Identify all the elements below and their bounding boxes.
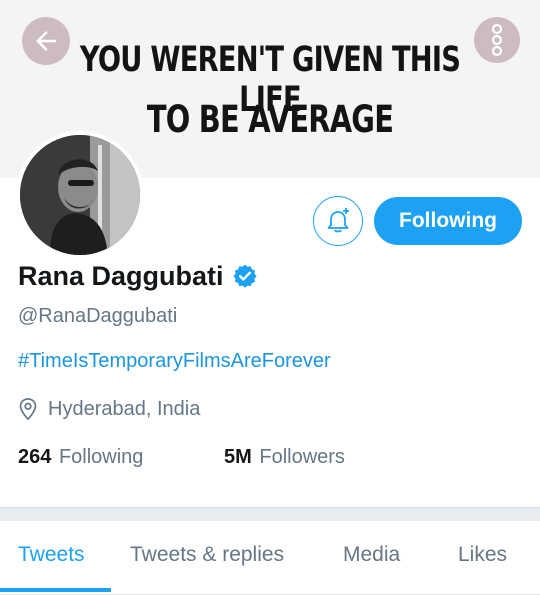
section-divider	[0, 507, 540, 521]
banner-text-line-2: TO BE AVERAGE	[146, 98, 394, 141]
location-text: Hyderabad, India	[48, 397, 201, 420]
followers-label: Followers	[259, 446, 345, 468]
arrow-left-icon	[36, 31, 56, 51]
location-pin-icon	[19, 398, 37, 421]
avatar[interactable]	[16, 131, 144, 259]
profile-name-row: Rana Daggubati	[18, 258, 258, 294]
tab-media[interactable]: Media	[343, 543, 400, 567]
active-tab-indicator	[0, 588, 111, 592]
avatar-image	[20, 135, 140, 255]
more-vertical-icon	[491, 23, 503, 57]
following-stat[interactable]: 264 Following	[18, 446, 143, 469]
profile-tabs: Tweets Tweets & replies Media Likes	[0, 521, 540, 595]
following-button[interactable]: Following	[374, 197, 522, 245]
profile-stats: 264 Following 5M Followers	[18, 446, 528, 474]
verified-badge-icon	[232, 264, 257, 288]
profile-location: Hyderabad, India	[18, 397, 200, 421]
notification-bell-add-icon	[327, 208, 349, 233]
more-options-button[interactable]	[474, 17, 520, 63]
profile-name: Rana Daggubati	[18, 260, 224, 291]
back-button[interactable]	[22, 17, 70, 65]
tab-tweets[interactable]: Tweets	[18, 543, 85, 567]
following-count: 264	[18, 446, 52, 468]
profile-handle: @RanaDaggubati	[18, 305, 178, 327]
bio-hashtag-link[interactable]: #TimeIsTemporaryFilmsAreForever	[18, 350, 331, 373]
followers-count: 5M	[224, 446, 252, 468]
avatar-portrait	[20, 135, 140, 255]
tab-likes[interactable]: Likes	[458, 543, 507, 567]
following-label: Following	[58, 446, 144, 468]
tab-tweets-and-replies[interactable]: Tweets & replies	[130, 543, 284, 567]
notifications-toggle-button[interactable]	[313, 196, 363, 246]
followers-stat[interactable]: 5M Followers	[224, 446, 345, 469]
